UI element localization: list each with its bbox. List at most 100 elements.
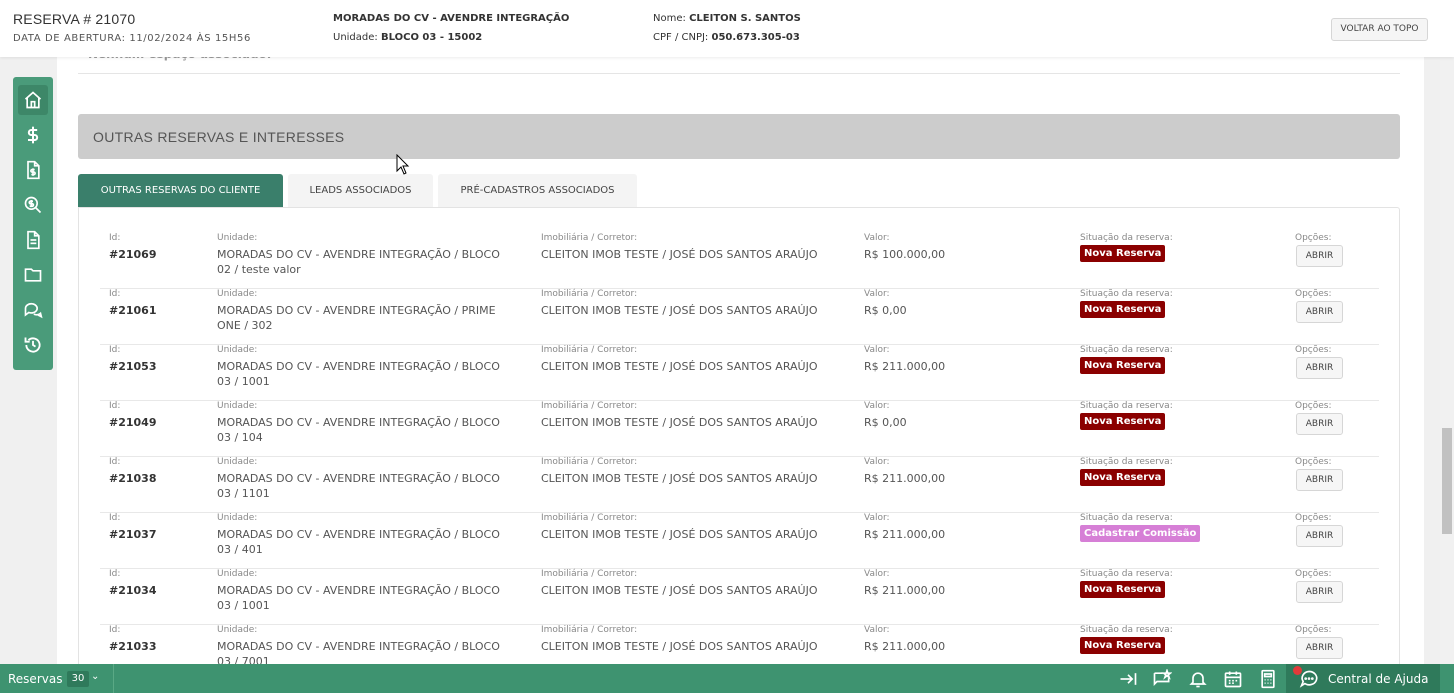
broker-label: Imobiliária / Corretor: [541, 233, 638, 243]
collapse-right-icon[interactable] [1118, 669, 1138, 689]
id-label: Id: [109, 233, 121, 243]
broker-label: Imobiliária / Corretor: [541, 569, 638, 579]
reservation-id: #21033 [109, 640, 157, 653]
sidebar-item-folder[interactable] [18, 260, 48, 290]
options-label: Opções: [1295, 233, 1332, 243]
calendar-icon[interactable] [1223, 669, 1243, 689]
unit-label: Unidade: [217, 569, 258, 579]
value-amount: R$ 211.000,00 [864, 528, 946, 541]
unit-line-1: MORADAS DO CV - AVENDRE INTEGRAÇÃO / BLO… [217, 472, 500, 485]
open-button[interactable]: ABRIR [1296, 357, 1343, 379]
scrollbar-track[interactable] [1440, 0, 1454, 693]
table-row: Id: #21061 Unidade: MORADAS DO CV - AVENDRE… [100, 289, 1379, 345]
value-label: Valor: [864, 513, 890, 523]
broker-label: Imobiliária / Corretor: [541, 289, 638, 299]
id-label: Id: [109, 345, 121, 355]
reservation-id: #21037 [109, 528, 157, 541]
status-label: Situação da reserva: [1080, 345, 1173, 355]
name-value: CLEITON S. SANTOS [689, 13, 801, 24]
options-label: Opções: [1295, 457, 1332, 467]
back-to-top-button[interactable]: VOLTAR AO TOPO [1331, 18, 1428, 41]
broker-label: Imobiliária / Corretor: [541, 345, 638, 355]
tab-leads-associados[interactable]: LEADS ASSOCIADOS [288, 174, 433, 208]
unit-line-2: 03 / 1001 [217, 599, 270, 612]
status-label: Situação da reserva: [1080, 513, 1173, 523]
sidebar-item-financial[interactable] [18, 120, 48, 150]
table-row: Id: #21037 Unidade: MORADAS DO CV - AVENDRE… [100, 513, 1379, 569]
open-button[interactable]: ABRIR [1296, 245, 1343, 267]
chat-icon [24, 302, 43, 319]
reservation-id: #21053 [109, 360, 157, 373]
unit-line-1: MORADAS DO CV - AVENDRE INTEGRAÇÃO / BLO… [217, 640, 500, 653]
broker-label: Imobiliária / Corretor: [541, 625, 638, 635]
help-center-label[interactable]: Central de Ajuda [1328, 672, 1428, 686]
value-amount: R$ 211.000,00 [864, 472, 946, 485]
unit-label: Unidade: [217, 625, 258, 635]
sidebar [13, 77, 53, 370]
sidebar-item-history[interactable] [18, 330, 48, 360]
broker-value: CLEITON IMOB TESTE / JOSÉ DOS SANTOS ARA… [541, 416, 818, 429]
status-badge: Nova Reserva [1080, 637, 1166, 654]
id-label: Id: [109, 513, 121, 523]
open-button[interactable]: ABRIR [1296, 301, 1343, 323]
unit-line-1: MORADAS DO CV - AVENDRE INTEGRAÇÃO / BLO… [217, 360, 500, 373]
message-star-icon[interactable] [1152, 669, 1172, 689]
id-label: Id: [109, 401, 121, 411]
chat-bubble-icon[interactable] [1299, 669, 1319, 689]
value-amount: R$ 0,00 [864, 416, 907, 429]
tab-pre-cadastros[interactable]: PRÉ-CADASTROS ASSOCIADOS [438, 174, 637, 208]
client-name: Nome: CLEITON S. SANTOS [653, 13, 801, 24]
document-icon [27, 230, 40, 250]
unit-line-2: 03 / 401 [217, 543, 263, 556]
unit-line-1: MORADAS DO CV - AVENDRE INTEGRAÇÃO / BLO… [217, 528, 500, 541]
divider [113, 664, 114, 693]
unit-line-2: 02 / teste valor [217, 263, 301, 276]
reservations-label[interactable]: Reservas [8, 672, 62, 686]
home-icon [24, 91, 42, 109]
unit-line-2: 03 / 1001 [217, 375, 270, 388]
calculator-icon[interactable] [1258, 669, 1278, 689]
status-badge: Nova Reserva [1080, 301, 1166, 318]
unit-label: Unidade: [217, 233, 258, 243]
reservation-id: #21049 [109, 416, 157, 429]
open-button[interactable]: ABRIR [1296, 525, 1343, 547]
scrollbar-thumb[interactable] [1442, 428, 1452, 534]
reservation-id: #21069 [109, 248, 157, 261]
bell-icon[interactable] [1188, 669, 1208, 689]
open-button[interactable]: ABRIR [1296, 413, 1343, 435]
broker-value: CLEITON IMOB TESTE / JOSÉ DOS SANTOS ARA… [541, 248, 818, 261]
broker-label: Imobiliária / Corretor: [541, 457, 638, 467]
section-header: OUTRAS RESERVAS E INTERESSES [78, 114, 1400, 159]
sidebar-item-documents[interactable] [18, 225, 48, 255]
sidebar-item-invoice[interactable] [18, 155, 48, 185]
open-button[interactable]: ABRIR [1296, 581, 1343, 603]
open-button[interactable]: ABRIR [1296, 469, 1343, 491]
value-label: Valor: [864, 345, 890, 355]
value-amount: R$ 100.000,00 [864, 248, 946, 261]
section-title: OUTRAS RESERVAS E INTERESSES [93, 129, 345, 145]
unit-value: MORADAS DO CV - AVENDRE INTEGRAÇÃO / BLO… [217, 583, 500, 613]
broker-label: Imobiliária / Corretor: [541, 513, 638, 523]
chevron-down-icon[interactable]: ⌄ [91, 671, 99, 682]
sidebar-item-chat[interactable] [18, 295, 48, 325]
unit-line-1: MORADAS DO CV - AVENDRE INTEGRAÇÃO / BLO… [217, 416, 500, 429]
options-label: Opções: [1295, 345, 1332, 355]
tab-outras-reservas[interactable]: OUTRAS RESERVAS DO CLIENTE [78, 174, 283, 208]
bottom-bar: Reservas 30 ⌄ Central de Ajuda [0, 664, 1454, 693]
options-label: Opções: [1295, 569, 1332, 579]
options-label: Opções: [1295, 401, 1332, 411]
reservation-id: #21034 [109, 584, 157, 597]
broker-label: Imobiliária / Corretor: [541, 401, 638, 411]
table-row: Id: #21069 Unidade: MORADAS DO CV - AVENDRE… [100, 233, 1379, 289]
broker-value: CLEITON IMOB TESTE / JOSÉ DOS SANTOS ARA… [541, 360, 818, 373]
reservation-header: RESERVA # 21070 DATA DE ABERTURA: 11/02/… [0, 0, 1454, 57]
sidebar-item-search[interactable] [18, 190, 48, 220]
table-row: Id: #21034 Unidade: MORADAS DO CV - AVENDRE… [100, 569, 1379, 625]
open-button[interactable]: ABRIR [1296, 637, 1343, 659]
value-amount: R$ 211.000,00 [864, 584, 946, 597]
unit-line-2: 03 / 104 [217, 431, 263, 444]
divider [78, 73, 1400, 74]
sidebar-item-home[interactable] [18, 85, 48, 115]
project-name: MORADAS DO CV - AVENDRE INTEGRAÇÃO [333, 13, 570, 24]
broker-value: CLEITON IMOB TESTE / JOSÉ DOS SANTOS ARA… [541, 304, 818, 317]
